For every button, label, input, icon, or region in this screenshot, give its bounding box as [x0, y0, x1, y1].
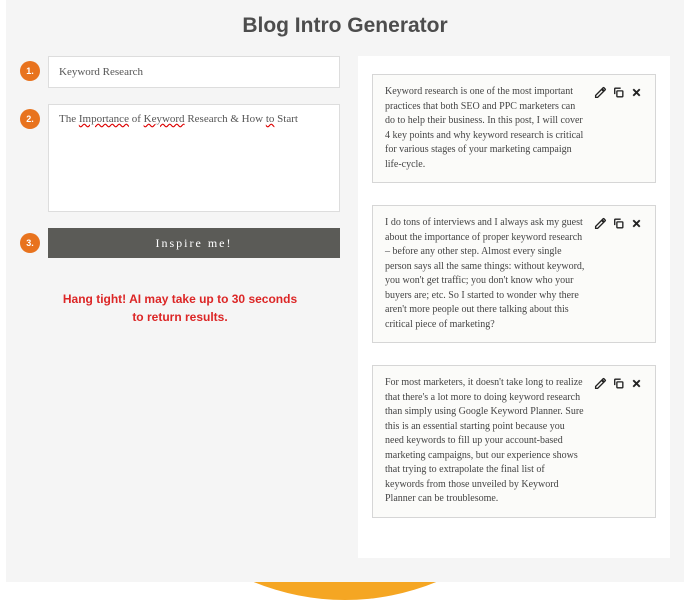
- result-actions: [593, 85, 643, 99]
- step-badge-2: 2.: [20, 109, 40, 129]
- result-text: For most marketers, it doesn't take long…: [385, 376, 585, 507]
- results-column: Keyword research is one of the most impo…: [358, 56, 670, 558]
- edit-icon[interactable]: [593, 376, 607, 390]
- form-column: 1. 2. The Importance of Keyword Research…: [20, 56, 340, 558]
- inspire-button[interactable]: Inspire me!: [48, 228, 340, 258]
- topic-text-part: The: [59, 113, 79, 125]
- form-row-keyword: 1.: [20, 56, 340, 88]
- topic-text-part: of: [129, 113, 144, 125]
- close-icon[interactable]: [629, 85, 643, 99]
- result-text: Keyword research is one of the most impo…: [385, 85, 585, 172]
- topic-text-part: Start: [274, 113, 298, 125]
- topic-textarea[interactable]: The Importance of Keyword Research & How…: [48, 104, 340, 212]
- columns: 1. 2. The Importance of Keyword Research…: [6, 56, 684, 558]
- result-card: I do tons of interviews and I always ask…: [372, 205, 656, 343]
- edit-icon[interactable]: [593, 216, 607, 230]
- close-icon[interactable]: [629, 376, 643, 390]
- keyword-input[interactable]: [48, 56, 340, 88]
- topic-text-underlined: Importance: [79, 113, 129, 125]
- wait-line-2: to return results.: [20, 308, 340, 326]
- form-row-topic: 2. The Importance of Keyword Research & …: [20, 104, 340, 212]
- topic-text-part: Research & How: [185, 113, 266, 125]
- result-text: I do tons of interviews and I always ask…: [385, 216, 585, 332]
- page-title: Blog Intro Generator: [6, 14, 684, 38]
- close-icon[interactable]: [629, 216, 643, 230]
- step-badge-1: 1.: [20, 61, 40, 81]
- edit-icon[interactable]: [593, 85, 607, 99]
- result-card: Keyword research is one of the most impo…: [372, 74, 656, 183]
- copy-icon[interactable]: [611, 376, 625, 390]
- topic-text-underlined: Keyword: [144, 113, 185, 125]
- result-actions: [593, 376, 643, 390]
- app-panel: Blog Intro Generator 1. 2. The Importanc…: [6, 0, 684, 582]
- wait-message: Hang tight! AI may take up to 30 seconds…: [20, 290, 340, 326]
- copy-icon[interactable]: [611, 216, 625, 230]
- form-row-submit: 3. Inspire me!: [20, 228, 340, 258]
- result-card: For most marketers, it doesn't take long…: [372, 365, 656, 518]
- result-actions: [593, 216, 643, 230]
- step-badge-3: 3.: [20, 233, 40, 253]
- wait-line-1: Hang tight! AI may take up to 30 seconds: [20, 290, 340, 308]
- copy-icon[interactable]: [611, 85, 625, 99]
